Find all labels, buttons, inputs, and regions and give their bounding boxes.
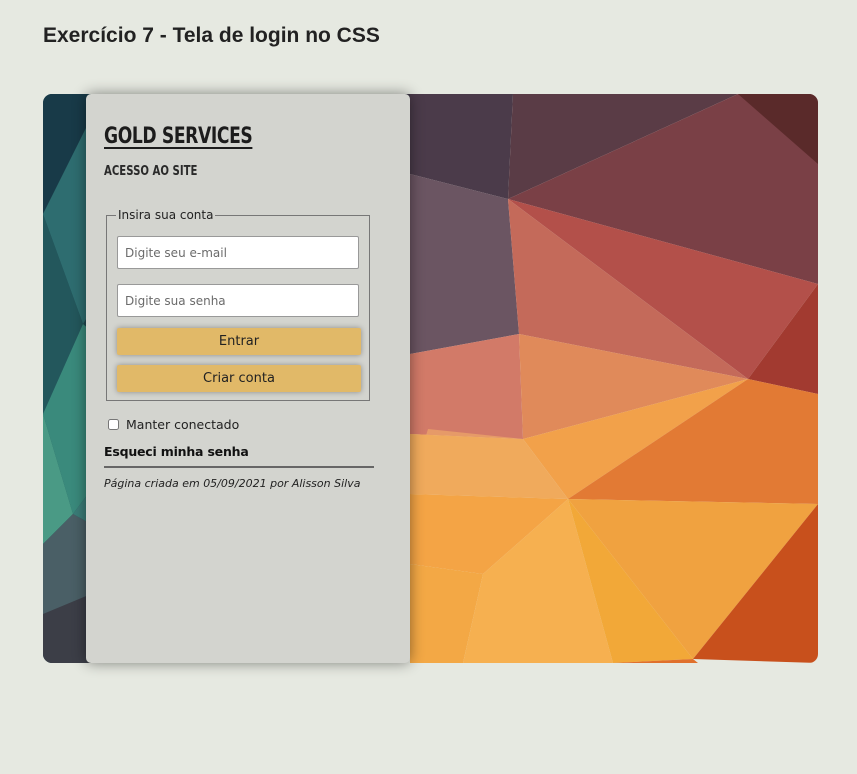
password-input[interactable] xyxy=(117,284,359,317)
brand-title: Gold Services xyxy=(104,124,253,149)
login-panel: Gold Services Acesso ao site Insira sua … xyxy=(86,94,410,663)
email-input[interactable] xyxy=(117,236,359,269)
remember-checkbox[interactable] xyxy=(108,419,119,430)
forgot-password-link[interactable]: Esqueci minha senha xyxy=(104,444,249,459)
divider xyxy=(104,466,374,468)
fieldset-legend: Insira sua conta xyxy=(118,208,214,222)
login-subtitle: Acesso ao site xyxy=(104,164,198,179)
page-title: Exercício 7 - Tela de login no CSS xyxy=(43,24,380,47)
remember-me[interactable]: Manter conectado xyxy=(108,417,239,432)
footer-credit: Página criada em 05/09/2021 por Alisson … xyxy=(104,477,361,490)
remember-label: Manter conectado xyxy=(126,417,240,432)
create-account-button[interactable]: Criar conta xyxy=(117,365,361,392)
submit-button[interactable]: Entrar xyxy=(117,328,361,355)
